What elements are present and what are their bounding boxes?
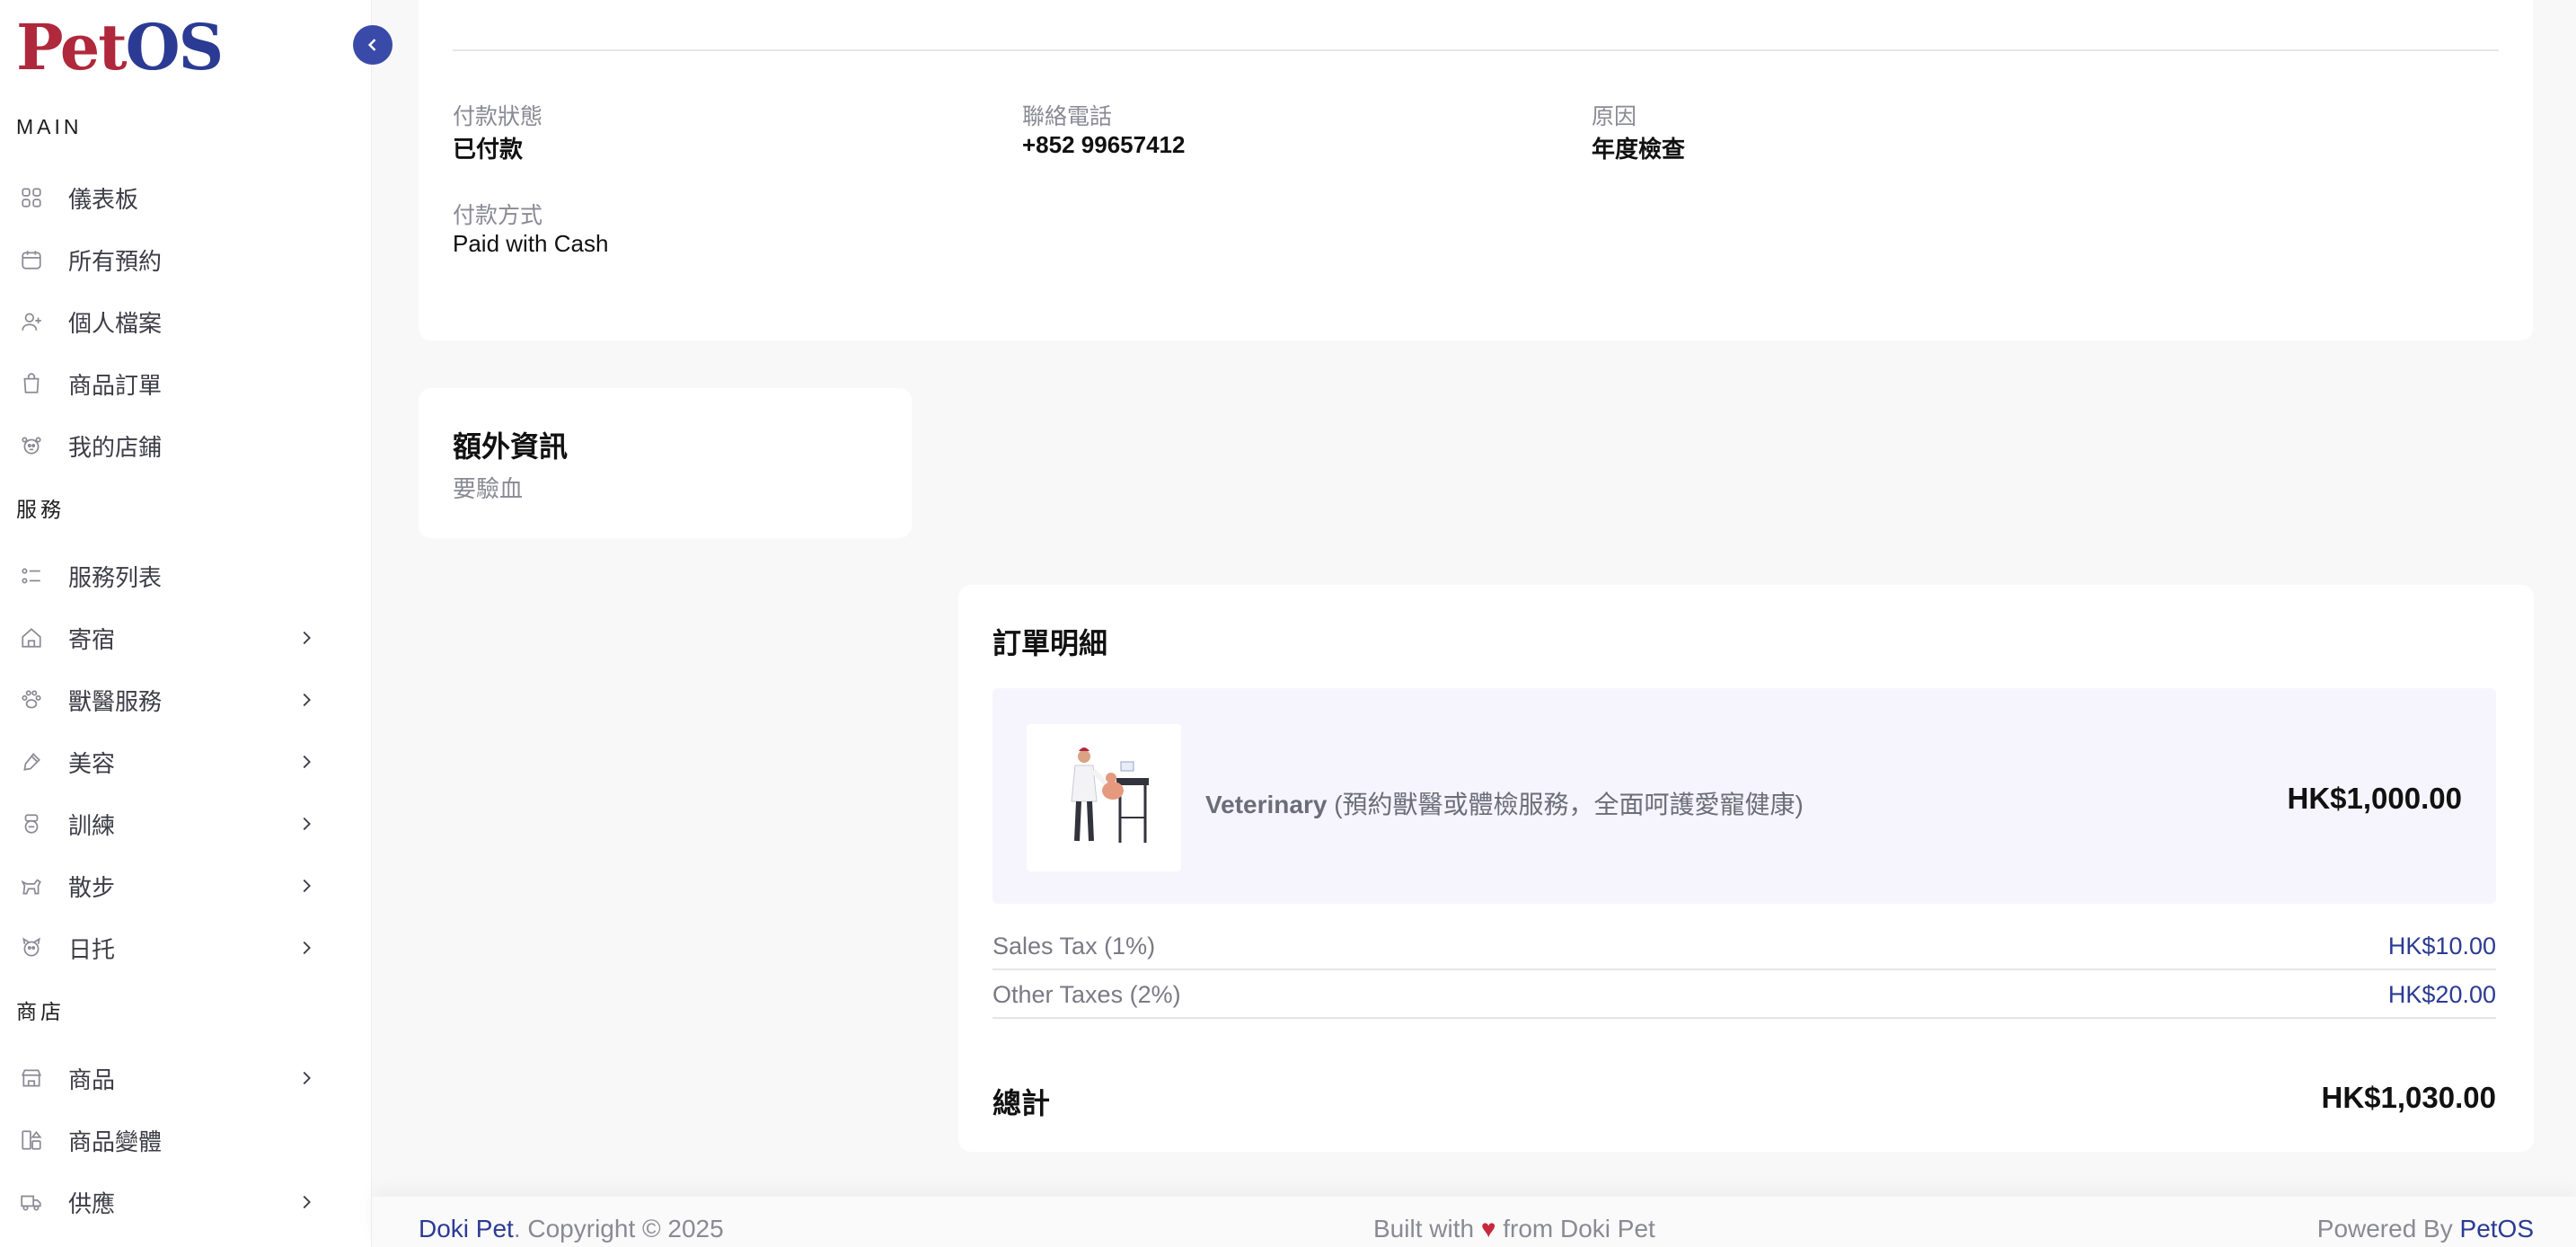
footer: Doki Pet. Copyright © 2025 Built with ♥ … [372, 1197, 2576, 1247]
sidebar-collapse-button[interactable] [353, 25, 393, 65]
chevron-right-icon [303, 693, 311, 707]
medal-icon [24, 814, 39, 834]
brush-icon [23, 753, 40, 771]
sidebar-item-label: 個人檔案 [68, 309, 163, 337]
total-row: 總計 HK$1,030.00 [992, 1081, 2496, 1119]
payment-status-value: 已付款 [453, 136, 524, 163]
extra-info-text: 要驗血 [453, 475, 524, 502]
petos-link[interactable]: PetOS [2460, 1215, 2534, 1243]
section-label-shop: 商店 [16, 1000, 65, 1023]
other-taxes-label: Other Taxes (2%) [992, 981, 1181, 1008]
extra-info-card: 額外資訊 要驗血 [419, 388, 912, 538]
payment-method-value: Paid with Cash [453, 230, 609, 257]
sidebar-item-label: 商品 [68, 1066, 116, 1093]
reason-label: 原因 [1592, 104, 1637, 129]
order-details-title: 訂單明細 [992, 627, 1108, 659]
dog-icon [21, 879, 41, 895]
footer-built-with: Built with ♥ from Doki Pet [1373, 1215, 1655, 1243]
chevron-right-icon [303, 941, 311, 955]
sidebar-item-label: 獸醫服務 [68, 687, 163, 715]
sidebar-item-label: 商品訂單 [68, 371, 163, 399]
sidebar-item-label: 儀表板 [68, 185, 139, 213]
user-add-icon [22, 313, 41, 331]
sidebar-item-grooming[interactable]: 美容 [0, 737, 332, 787]
sidebar-item-label: 所有預約 [68, 247, 163, 275]
sidebar-item-my-store[interactable]: 我的店鋪 [0, 420, 332, 471]
sidebar-item-label: 美容 [68, 749, 116, 777]
other-taxes-row: Other Taxes (2%) HK$20.00 [992, 970, 2496, 1019]
sidebar: PetOS MAIN 儀表板 所有預約 個人檔案 商品訂單 我的店鋪 服務 服務… [0, 0, 372, 1247]
chevron-right-icon [303, 879, 311, 893]
chevron-left-icon [367, 39, 376, 51]
sales-tax-row: Sales Tax (1%) HK$10.00 [992, 922, 2496, 970]
petos-logo[interactable]: PetOS [16, 16, 224, 79]
sidebar-item-supply[interactable]: 供應 [0, 1177, 332, 1227]
booking-details-card: 付款狀態 已付款 聯絡電話 +852 99657412 原因 年度檢查 付款方式… [419, 0, 2533, 340]
sidebar-item-label: 服務列表 [68, 563, 163, 591]
section-label-services: 服務 [16, 498, 65, 521]
house-icon [22, 628, 41, 648]
paw-icon [22, 690, 41, 709]
phone-value: +852 99657412 [1022, 131, 1186, 158]
storefront-icon [21, 1069, 42, 1087]
sidebar-item-dashboard[interactable]: 儀表板 [0, 172, 332, 223]
truck-icon [21, 1195, 41, 1211]
divider [453, 49, 2499, 51]
sidebar-item-daycare[interactable]: 日托 [0, 923, 332, 973]
total-value: HK$1,030.00 [2321, 1081, 2496, 1114]
order-details-card: 訂單明細 Veterinary (預約獸醫或體檢服務，全面呵護愛寵健康) HK$… [958, 585, 2534, 1152]
variants-icon [22, 1130, 42, 1150]
payment-method-label: 付款方式 [453, 203, 543, 228]
extra-info-title: 額外資訊 [453, 430, 569, 463]
company-link[interactable]: Doki Pet [419, 1215, 514, 1243]
footer-powered-by: Powered By PetOS [2316, 1215, 2534, 1243]
sales-tax-value: HK$10.00 [2387, 933, 2496, 960]
heart-icon: ♥ [1480, 1215, 1496, 1243]
chevron-right-icon [303, 631, 311, 645]
sidebar-item-products[interactable]: 商品 [0, 1053, 332, 1103]
sidebar-item-label: 寄宿 [68, 625, 116, 653]
sidebar-item-appointments[interactable]: 所有預約 [0, 234, 332, 285]
sidebar-item-product-orders[interactable]: 商品訂單 [0, 358, 332, 409]
order-item: Veterinary (預約獸醫或體檢服務，全面呵護愛寵健康) HK$1,000… [992, 688, 2496, 904]
sidebar-item-walking[interactable]: 散步 [0, 861, 332, 911]
other-taxes-value: HK$20.00 [2387, 981, 2496, 1008]
payment-status-label: 付款狀態 [453, 104, 543, 129]
sidebar-item-profile[interactable]: 個人檔案 [0, 296, 332, 347]
order-item-price: HK$1,000.00 [2287, 782, 2462, 815]
sidebar-item-boarding[interactable]: 寄宿 [0, 613, 332, 663]
chevron-right-icon [303, 1195, 311, 1209]
sidebar-item-service-list[interactable]: 服務列表 [0, 551, 332, 601]
pet-face-icon [22, 937, 40, 957]
sidebar-item-label: 我的店鋪 [68, 433, 163, 461]
sidebar-item-label: 供應 [68, 1190, 116, 1217]
veterinary-illustration [1027, 724, 1181, 871]
chevron-right-icon [303, 817, 311, 831]
reason-value: 年度檢查 [1592, 136, 1686, 163]
calendar-icon [22, 251, 41, 270]
sidebar-item-training[interactable]: 訓練 [0, 799, 332, 849]
phone-label: 聯絡電話 [1022, 104, 1113, 129]
order-item-name: Veterinary (預約獸醫或體檢服務，全面呵護愛寵健康) [1205, 791, 1804, 818]
chevron-right-icon [303, 1071, 311, 1085]
footer-copyright: Doki Pet. Copyright © 2025 [419, 1215, 724, 1243]
list-icon [22, 568, 40, 584]
sidebar-item-label: 日托 [68, 935, 116, 963]
grid-icon [22, 188, 41, 208]
total-label: 總計 [992, 1087, 1051, 1119]
shopping-bag-icon [23, 373, 40, 394]
sidebar-item-product-variants[interactable]: 商品變體 [0, 1115, 332, 1165]
store-icon [22, 437, 41, 455]
sales-tax-label: Sales Tax (1%) [992, 933, 1156, 960]
section-label-main: MAIN [16, 115, 83, 138]
sidebar-item-label: 散步 [68, 873, 116, 901]
sidebar-item-label: 商品變體 [68, 1128, 163, 1155]
sidebar-item-label: 訓練 [68, 811, 116, 839]
chevron-right-icon [303, 755, 311, 769]
sidebar-item-veterinary[interactable]: 獸醫服務 [0, 675, 332, 725]
